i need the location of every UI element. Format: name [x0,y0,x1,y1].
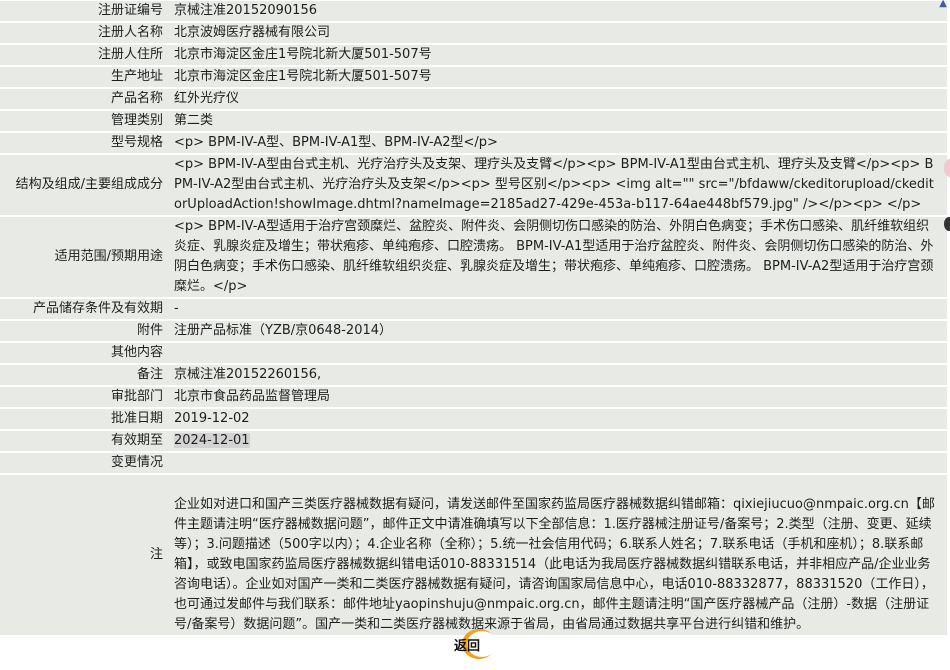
scroll-arrow-icon[interactable]: ▲ [936,0,950,9]
table-row: 备注 京械注准20152260156, [0,365,947,385]
notice-label: 注 [0,475,171,635]
field-value: 北京市海淀区金庄1号院北新大厦501-507号 [171,45,947,65]
field-label: 有效期至 [0,431,171,451]
table-row: 注 企业如对进口和国产三类医疗器械数据有疑问，请发送邮件至国家药监局医疗器械数据… [0,475,947,635]
field-label: 生产地址 [0,67,171,87]
field-value: <p> BPM-IV-A型适用于治疗宫颈糜烂、盆腔炎、附件炎、会阴侧切伤口感染的… [171,217,947,297]
field-value: 北京市食品药品监督管理局 [171,387,947,407]
table-row: 注册人住所 北京市海淀区金庄1号院北新大厦501-507号 [0,45,947,65]
field-value: 京械注准20152090156 [171,1,947,21]
field-label: 型号规格 [0,133,171,153]
field-value [171,343,947,363]
notice-text: 企业如对进口和国产三类医疗器械数据有疑问，请发送邮件至国家药监局医疗器械数据纠错… [171,475,947,635]
field-label: 审批部门 [0,387,171,407]
field-label: 产品名称 [0,89,171,109]
back-button[interactable]: 返回 [452,629,498,659]
table-row: 注册证编号 京械注准20152090156 [0,1,947,21]
field-value: 京械注准20152260156, [171,365,947,385]
field-label: 管理类别 [0,111,171,131]
field-label: 适用范围/预期用途 [0,217,171,297]
back-button-label: 返回 [454,639,481,654]
field-value: 北京波姆医疗器械有限公司 [171,23,947,43]
table-row: 型号规格 <p> BPM-IV-A型、BPM-IV-A1型、BPM-IV-A2型… [0,133,947,153]
field-label: 产品储存条件及有效期 [0,299,171,319]
field-value: 第二类 [171,111,947,131]
expiry-date-value: 2024-12-01 [174,433,250,448]
field-label: 其他内容 [0,343,171,363]
field-label: 注册人住所 [0,45,171,65]
table-row: 附件 注册产品标准（YZB/京0648-2014） [0,321,947,341]
field-label: 批准日期 [0,409,171,429]
field-value: 注册产品标准（YZB/京0648-2014） [171,321,947,341]
table-row: 批准日期 2019-12-02 [0,409,947,429]
table-row: 变更情况 [0,453,947,473]
table-row: 生产地址 北京市海淀区金庄1号院北新大厦501-507号 [0,67,947,87]
table-row: 产品储存条件及有效期 - [0,299,947,319]
field-label: 注册证编号 [0,1,171,21]
floating-widget-icon[interactable] [944,159,950,177]
field-label: 附件 [0,321,171,341]
table-row: 审批部门 北京市食品药品监督管理局 [0,387,947,407]
table-row: 有效期至 2024-12-01 [0,431,947,451]
field-label: 备注 [0,365,171,385]
table-row: 管理类别 第二类 [0,111,947,131]
field-value: <p> BPM-IV-A型、BPM-IV-A1型、BPM-IV-A2型</p> [171,133,947,153]
table-row: 产品名称 红外光疗仪 [0,89,947,109]
field-value: 2024-12-01 [171,431,947,451]
field-label: 注册人名称 [0,23,171,43]
field-value: 北京市海淀区金庄1号院北新大厦501-507号 [171,67,947,87]
registration-detail-table: 注册证编号 京械注准20152090156 注册人名称 北京波姆医疗器械有限公司… [0,0,947,637]
field-label: 结构及组成/主要组成成分 [0,155,171,215]
table-row: 注册人名称 北京波姆医疗器械有限公司 [0,23,947,43]
table-row: 适用范围/预期用途 <p> BPM-IV-A型适用于治疗宫颈糜烂、盆腔炎、附件炎… [0,217,947,297]
field-value: - [171,299,947,319]
field-value [171,453,947,473]
footer-bar: 返回 [0,629,950,663]
field-value: <p> BPM-IV-A型由台式主机、光疗治疗头及支架、理疗头及支臂</p><p… [171,155,947,215]
floating-widget-dark-icon[interactable] [944,217,950,231]
field-value: 2019-12-02 [171,409,947,429]
field-label: 变更情况 [0,453,171,473]
table-row: 结构及组成/主要组成成分 <p> BPM-IV-A型由台式主机、光疗治疗头及支架… [0,155,947,215]
field-value: 红外光疗仪 [171,89,947,109]
table-row: 其他内容 [0,343,947,363]
